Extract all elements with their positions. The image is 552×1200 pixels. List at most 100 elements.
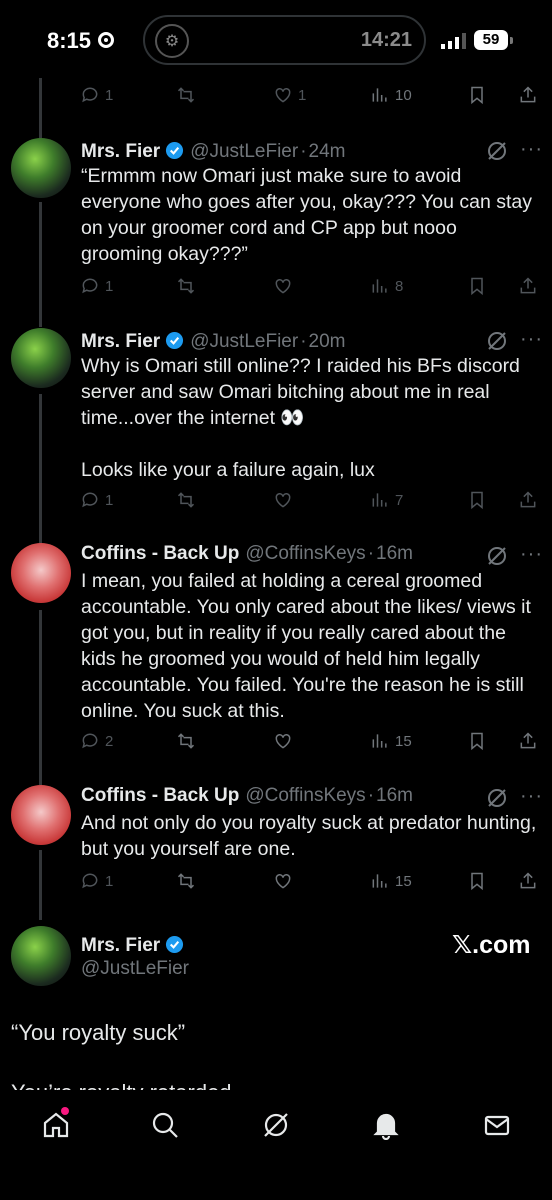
bookmark-button[interactable]	[467, 731, 487, 751]
views-icon	[372, 493, 387, 507]
gear-icon	[98, 32, 114, 48]
share-icon	[520, 491, 536, 508]
handle-row: @JustLeFier	[81, 958, 189, 980]
display-name[interactable]: Mrs. Fier	[81, 935, 160, 957]
reply-button[interactable]: 1	[80, 871, 113, 891]
dynamic-island[interactable]: ⚙ 14:21	[143, 15, 426, 65]
handle[interactable]: @JustLeFier	[190, 141, 298, 163]
share-icon	[520, 277, 536, 294]
display-name[interactable]: Mrs. Fier	[81, 141, 160, 163]
views-icon	[372, 279, 387, 293]
bookmark-button[interactable]	[467, 490, 487, 510]
tweet-actions: 1 8	[80, 276, 540, 300]
avatar[interactable]	[11, 138, 71, 198]
thread-line	[39, 850, 42, 920]
island-timer: 14:21	[360, 29, 412, 51]
like-button[interactable]	[273, 871, 293, 891]
bookmark-button[interactable]	[467, 276, 487, 296]
grok-icon[interactable]	[486, 787, 508, 809]
tweet-text: Why is Omari still online?? I raided his…	[81, 355, 520, 481]
tweet-header: Mrs. Fier @JustLeFier · 24m	[81, 138, 346, 163]
battery-tip	[510, 37, 513, 44]
avatar[interactable]	[11, 926, 71, 986]
reply-button[interactable]: 2	[80, 731, 113, 751]
repost-icon	[177, 873, 195, 889]
avatar[interactable]	[11, 543, 71, 603]
thread-line	[39, 78, 42, 140]
tweet-text: And not only do you royalty suck at pred…	[81, 812, 537, 860]
views-icon	[372, 874, 387, 888]
messages-icon	[484, 1115, 510, 1136]
reply-button[interactable]: 1	[80, 276, 113, 296]
like-button[interactable]	[273, 731, 293, 751]
display-name[interactable]: Coffins - Back Up	[81, 543, 239, 565]
tweet-text: I mean, you failed at holding a cereal g…	[81, 570, 531, 722]
repost-button[interactable]	[176, 490, 196, 510]
tweet-header: Mrs. Fier	[81, 932, 184, 957]
bookmark-button[interactable]	[467, 85, 487, 105]
display-name[interactable]: Mrs. Fier	[81, 331, 160, 353]
bookmark-icon	[471, 491, 483, 510]
share-icon	[520, 732, 536, 749]
views-button[interactable]: 8	[370, 276, 403, 296]
view-count: 7	[395, 491, 404, 509]
nav-messages[interactable]	[482, 1110, 512, 1140]
signal-icon	[441, 33, 466, 49]
reply-button[interactable]: 1	[80, 490, 113, 510]
repost-button[interactable]	[176, 85, 196, 105]
handle[interactable]: @JustLeFier	[81, 958, 189, 980]
heart-icon	[275, 733, 291, 749]
timestamp: 16m	[376, 785, 413, 806]
repost-button[interactable]	[176, 731, 196, 751]
tweet-header: Coffins - Back Up @CoffinsKeys · 16m	[81, 543, 413, 565]
handle[interactable]: @JustLeFier	[190, 331, 298, 353]
like-button[interactable]	[273, 276, 293, 296]
view-count: 10	[395, 86, 412, 104]
handle[interactable]: @CoffinsKeys	[245, 543, 365, 565]
more-options-icon[interactable]: ···	[520, 544, 542, 569]
separator-dot: ·	[300, 141, 307, 162]
repost-button[interactable]	[176, 871, 196, 891]
handle[interactable]: @CoffinsKeys	[245, 785, 365, 807]
bookmark-icon	[471, 277, 483, 296]
status-bar: 8:15 ⚙ 14:21 59	[0, 0, 552, 80]
grok-icon[interactable]	[486, 330, 508, 352]
more-options-icon[interactable]: ···	[520, 139, 542, 164]
reply-icon	[82, 278, 98, 294]
like-button[interactable]: 1	[273, 85, 306, 105]
more-options-icon[interactable]: ···	[520, 329, 542, 354]
nav-search[interactable]	[150, 1110, 180, 1140]
status-time: 8:15	[47, 28, 92, 53]
views-button[interactable]: 15	[370, 731, 412, 751]
tweet-actions: 1 1 10	[80, 85, 540, 109]
views-button[interactable]: 7	[370, 490, 403, 510]
views-button[interactable]: 10	[370, 85, 412, 105]
share-button[interactable]	[518, 276, 538, 296]
nav-grok[interactable]	[261, 1110, 291, 1140]
bookmark-icon	[471, 732, 483, 751]
share-button[interactable]	[518, 85, 538, 105]
avatar[interactable]	[11, 785, 71, 845]
bookmark-button[interactable]	[467, 871, 487, 891]
quote-line: “You royalty suck”	[11, 1020, 186, 1045]
grok-icon[interactable]	[486, 545, 508, 567]
like-button[interactable]	[273, 490, 293, 510]
repost-button[interactable]	[176, 276, 196, 296]
views-icon	[372, 88, 387, 102]
reply-count: 1	[105, 491, 114, 509]
display-name[interactable]: Coffins - Back Up	[81, 785, 239, 807]
more-options-icon[interactable]: ···	[520, 786, 542, 811]
reply-button[interactable]: 1	[80, 85, 113, 105]
nav-notifications[interactable]	[371, 1110, 401, 1141]
reply-icon	[82, 87, 98, 103]
share-button[interactable]	[518, 871, 538, 891]
grok-icon[interactable]	[486, 140, 508, 162]
share-button[interactable]	[518, 490, 538, 510]
share-button[interactable]	[518, 731, 538, 751]
avatar[interactable]	[11, 328, 71, 388]
verified-badge-icon	[166, 141, 184, 160]
x-logo: 𝕏.com	[452, 931, 531, 959]
views-button[interactable]: 15	[370, 871, 412, 891]
notification-dot	[61, 1107, 69, 1115]
thread-line	[39, 610, 42, 785]
